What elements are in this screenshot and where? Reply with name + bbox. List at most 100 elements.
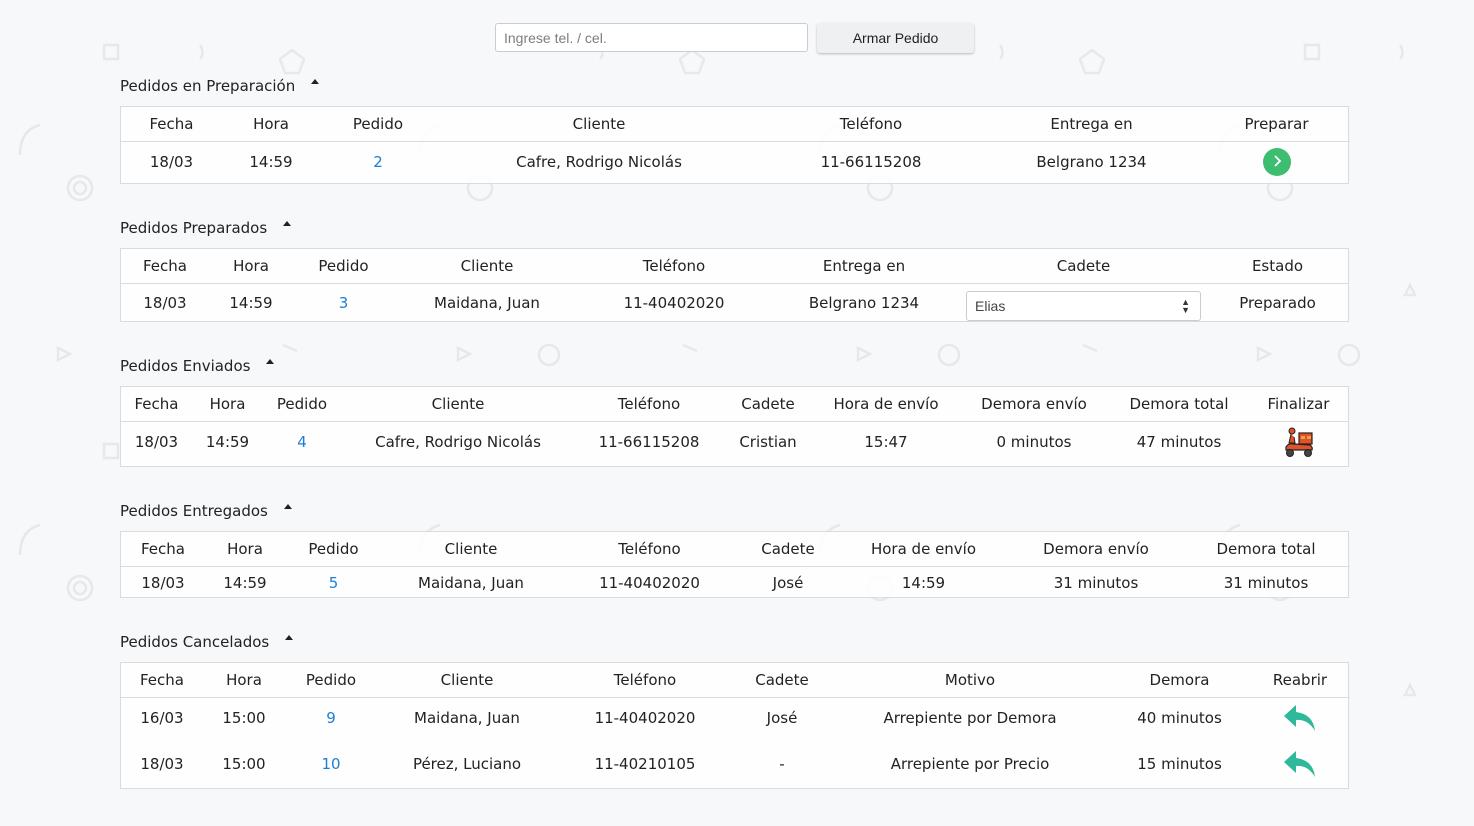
- collapse-caret-icon[interactable]: [283, 503, 292, 509]
- table-preparados: Fecha Hora Pedido Cliente Teléfono Entre…: [120, 248, 1349, 322]
- reply-icon[interactable]: [1283, 703, 1317, 733]
- cell-cadete: Cristian: [739, 432, 797, 451]
- column-header: Cliente: [377, 663, 557, 698]
- collapse-caret-icon[interactable]: [283, 220, 292, 226]
- pedido-link[interactable]: 10: [321, 755, 340, 773]
- select-arrows-icon: ▲ ▼: [1181, 297, 1190, 315]
- pedido-link[interactable]: 5: [329, 574, 339, 592]
- column-header: Teléfono: [580, 249, 768, 284]
- column-header: Motivo: [831, 663, 1109, 698]
- column-header: Cliente: [436, 107, 762, 142]
- cell-hora: 15:00: [222, 708, 266, 727]
- cell-hora-envio: 15:47: [864, 432, 908, 451]
- column-header: Entrega en: [768, 249, 960, 284]
- cell-entrega: Belgrano 1234: [808, 294, 920, 312]
- collapse-caret-icon[interactable]: [311, 78, 320, 84]
- table-row: 18/03 15:00 10 Pérez, Luciano 11-4021010…: [121, 738, 1350, 790]
- cell-cliente: Maidana, Juan: [418, 573, 524, 592]
- pedido-link[interactable]: 3: [339, 294, 349, 312]
- cell-demora-envio: 0 minutos: [996, 432, 1072, 451]
- column-header: Teléfono: [575, 387, 723, 422]
- column-header: Fecha: [121, 249, 209, 284]
- cell-demora-envio: 31 minutos: [1053, 573, 1139, 592]
- column-header: Hora: [192, 387, 263, 422]
- cell-cadete: -: [779, 754, 785, 773]
- column-header: Pedido: [293, 249, 394, 284]
- cell-reabrir: [1250, 698, 1350, 738]
- cell-motivo: Arrepiente por Precio: [890, 754, 1050, 773]
- table-header-row: Fecha Hora Pedido Cliente Teléfono Entre…: [121, 107, 1350, 142]
- column-header: Preparar: [1203, 107, 1350, 142]
- cell-demora: 40 minutos: [1137, 708, 1222, 727]
- section-title-cancelados: Pedidos Cancelados: [120, 632, 294, 652]
- collapse-caret-icon[interactable]: [285, 634, 294, 640]
- column-header: Cadete: [739, 532, 837, 567]
- column-header: Pedido: [285, 663, 377, 698]
- column-header: Demora total: [1182, 532, 1350, 567]
- column-header: Fecha: [121, 107, 222, 142]
- column-header: Hora: [203, 663, 285, 698]
- column-header: Cliente: [394, 249, 580, 284]
- cell-telefono: 11-40210105: [594, 754, 696, 773]
- cell-telefono: 11-66115208: [598, 432, 700, 451]
- section-title-text: Pedidos Entregados: [120, 502, 268, 520]
- cell-entrega: Belgrano 1234: [1036, 152, 1147, 171]
- reply-icon[interactable]: [1283, 749, 1317, 779]
- table-header-row: Fecha Hora Pedido Cliente Teléfono Cadet…: [121, 532, 1350, 567]
- cell-telefono: 11-40402020: [594, 708, 696, 727]
- cell-telefono: 11-40402020: [623, 294, 725, 312]
- column-header: Demora envío: [959, 387, 1109, 422]
- pedido-link[interactable]: 4: [297, 433, 307, 451]
- column-header: Reabrir: [1250, 663, 1350, 698]
- cell-pedido: 9: [285, 698, 377, 738]
- cadete-select[interactable]: Elias ▲ ▼: [966, 291, 1201, 321]
- preparar-button[interactable]: [1262, 147, 1291, 176]
- cell-motivo: Arrepiente por Demora: [883, 708, 1057, 727]
- cell-hora-envio: 14:59: [901, 573, 946, 592]
- section-title-preparados: Pedidos Preparados: [120, 218, 292, 238]
- column-header: Hora: [222, 107, 320, 142]
- cell-fecha: 18/03: [149, 152, 194, 171]
- column-header: Cliente: [341, 387, 575, 422]
- table-header-row: Fecha Hora Pedido Cliente Teléfono Entre…: [121, 249, 1348, 284]
- table-enviados: Fecha Hora Pedido Cliente Teléfono Cadet…: [120, 386, 1349, 467]
- cell-fecha: 18/03: [143, 294, 187, 312]
- cell-cliente: Pérez, Luciano: [412, 754, 522, 773]
- cell-hora: 14:59: [229, 294, 273, 312]
- delivery-scooter-icon[interactable]: [1282, 425, 1316, 459]
- collapse-caret-icon[interactable]: [266, 358, 275, 364]
- column-header: Demora envío: [1010, 532, 1182, 567]
- cell-telefono: 11-40402020: [599, 573, 700, 592]
- column-header: Cliente: [382, 532, 560, 567]
- column-header: Cadete: [723, 387, 813, 422]
- pedido-link[interactable]: 9: [326, 709, 336, 727]
- cell-estado: Preparado: [1239, 294, 1316, 312]
- section-title-enviados: Pedidos Enviados: [120, 356, 275, 376]
- cadete-select-value: Elias: [975, 298, 1006, 314]
- cell-demora: 15 minutos: [1137, 754, 1222, 773]
- column-header: Estado: [1207, 249, 1348, 284]
- table-en-preparacion: Fecha Hora Pedido Cliente Teléfono Entre…: [120, 106, 1350, 184]
- column-header: Cadete: [733, 663, 831, 698]
- column-header: Demora total: [1109, 387, 1249, 422]
- table-header-row: Fecha Hora Pedido Cliente Teléfono Cadet…: [121, 387, 1348, 422]
- column-header: Teléfono: [762, 107, 980, 142]
- table-row: 18/03 14:59 3 Maidana, Juan 11-40402020 …: [121, 284, 1348, 323]
- cell-cadete: José: [772, 573, 804, 592]
- cell-pedido: 4: [263, 422, 341, 462]
- section-title-text: Pedidos Enviados: [120, 357, 251, 375]
- column-header: Demora: [1109, 663, 1250, 698]
- cell-cliente: Cafre, Rodrigo Nicolás: [375, 432, 541, 451]
- table-row: 18/03 14:59 2 Cafre, Rodrigo Nicolás 11-…: [121, 142, 1350, 182]
- phone-search-input[interactable]: [495, 23, 808, 52]
- top-bar: Armar Pedido: [495, 23, 975, 54]
- cell-fecha: 18/03: [134, 432, 179, 451]
- cell-hora: 14:59: [223, 573, 267, 592]
- column-header: Hora: [209, 249, 293, 284]
- cell-fecha: 16/03: [140, 708, 184, 727]
- cell-demora-total: 31 minutos: [1223, 573, 1309, 592]
- armar-pedido-button[interactable]: Armar Pedido: [817, 23, 974, 53]
- table-cancelados: Fecha Hora Pedido Cliente Teléfono Cadet…: [120, 662, 1350, 790]
- section-title-text: Pedidos Preparados: [120, 219, 268, 237]
- pedido-link[interactable]: 2: [373, 153, 383, 171]
